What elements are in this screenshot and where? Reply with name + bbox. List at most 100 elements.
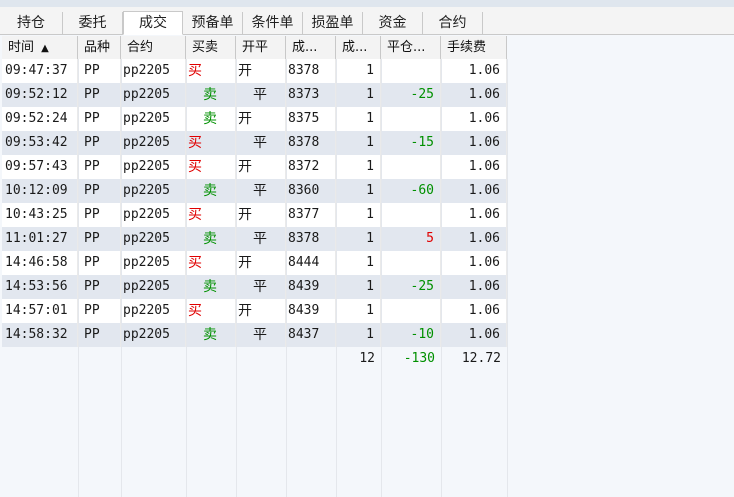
cell-fee: 1.06 [441,155,507,179]
column-header-product[interactable]: 品种 [78,36,121,59]
cell-open-close: 平 [236,275,286,299]
cell-price: 8378 [286,131,336,155]
cell-product: PP [78,323,121,347]
cell-time: 11:01:27 [2,227,78,251]
cell-quantity: 1 [336,179,381,203]
column-header-open-close[interactable]: 开平 [236,36,286,59]
cell-product: PP [78,179,121,203]
cell-price: 8437 [286,323,336,347]
cell-product: PP [78,83,121,107]
column-divider [186,59,187,497]
cell-quantity: 1 [336,59,381,83]
cell-time: 09:52:24 [2,107,78,131]
cell-quantity: 1 [336,131,381,155]
total-close-pl: -130 [403,351,435,366]
cell-product: PP [78,299,121,323]
cell-time: 14:53:56 [2,275,78,299]
cell-price: 8375 [286,107,336,131]
cell-open-close: 平 [236,227,286,251]
tab-prepared-orders[interactable]: 预备单 [183,12,243,34]
cell-close-pl: -25 [381,83,441,107]
cell-open-close: 平 [236,323,286,347]
cell-fee: 1.06 [441,299,507,323]
cell-time: 10:43:25 [2,203,78,227]
column-header-time[interactable]: 时间 ▲ [2,36,78,59]
cell-close-pl [381,107,441,131]
cell-fee: 1.06 [441,323,507,347]
cell-quantity: 1 [336,155,381,179]
tab-orders[interactable]: 委托 [63,12,123,34]
cell-time: 09:57:43 [2,155,78,179]
tab-positions[interactable]: 持仓 [0,12,63,34]
cell-open-close: 开 [236,59,286,83]
cell-side: 卖 [186,83,236,107]
cell-price: 8444 [286,251,336,275]
column-header-quantity[interactable]: 成... [336,36,381,59]
cell-fee: 1.06 [441,107,507,131]
column-header-side[interactable]: 买卖 [186,36,236,59]
tab-contracts[interactable]: 合约 [423,12,483,34]
cell-quantity: 1 [336,323,381,347]
cell-product: PP [78,227,121,251]
cell-open-close: 开 [236,251,286,275]
table-header: 时间 ▲ 品种 合约 买卖 开平 成... 成... 平仓... 手续费 [2,36,507,60]
cell-price: 8360 [286,179,336,203]
cell-contract: pp2205 [121,155,186,179]
cell-open-close: 平 [236,83,286,107]
cell-fee: 1.06 [441,131,507,155]
cell-close-pl: 5 [381,227,441,251]
cell-open-close: 开 [236,203,286,227]
cell-contract: pp2205 [121,83,186,107]
cell-contract: pp2205 [121,275,186,299]
cell-close-pl: -15 [381,131,441,155]
cell-time: 14:58:32 [2,323,78,347]
cell-close-pl [381,59,441,83]
tab-funds[interactable]: 资金 [363,12,423,34]
cell-price: 8378 [286,227,336,251]
cell-time: 14:57:01 [2,299,78,323]
cell-price: 8377 [286,203,336,227]
tab-trades[interactable]: 成交 [123,11,183,35]
cell-time: 10:12:09 [2,179,78,203]
cell-open-close: 开 [236,155,286,179]
cell-product: PP [78,275,121,299]
cell-side: 卖 [186,179,236,203]
tab-stop-orders[interactable]: 损盈单 [303,12,363,34]
trades-table: 时间 ▲ 品种 合约 买卖 开平 成... 成... 平仓... 手续费 09:… [2,36,732,497]
cell-side: 卖 [186,323,236,347]
column-header-close-pl[interactable]: 平仓... [381,36,441,59]
column-header-fee[interactable]: 手续费 [441,36,507,59]
column-header-contract[interactable]: 合约 [121,36,186,59]
cell-quantity: 1 [336,203,381,227]
cell-contract: pp2205 [121,227,186,251]
cell-fee: 1.06 [441,275,507,299]
cell-side: 卖 [186,227,236,251]
column-header-price[interactable]: 成... [286,36,336,59]
cell-product: PP [78,131,121,155]
column-divider [236,59,237,497]
cell-contract: pp2205 [121,131,186,155]
total-quantity: 12 [359,351,375,366]
column-divider [441,59,442,497]
column-divider [507,59,508,497]
cell-side: 买 [186,131,236,155]
column-divider [121,59,122,497]
cell-open-close: 平 [236,131,286,155]
cell-fee: 1.06 [441,203,507,227]
cell-product: PP [78,203,121,227]
tab-bar: 持仓 委托 成交 预备单 条件单 损盈单 资金 合约 [0,7,734,35]
cell-fee: 1.06 [441,227,507,251]
cell-side: 买 [186,59,236,83]
tab-conditional-orders[interactable]: 条件单 [243,12,303,34]
cell-side: 卖 [186,107,236,131]
cell-open-close: 平 [236,179,286,203]
cell-price: 8439 [286,275,336,299]
cell-close-pl [381,155,441,179]
cell-close-pl: -10 [381,323,441,347]
cell-product: PP [78,155,121,179]
cell-price: 8372 [286,155,336,179]
cell-close-pl [381,251,441,275]
cell-contract: pp2205 [121,323,186,347]
column-divider [381,59,382,497]
cell-price: 8439 [286,299,336,323]
